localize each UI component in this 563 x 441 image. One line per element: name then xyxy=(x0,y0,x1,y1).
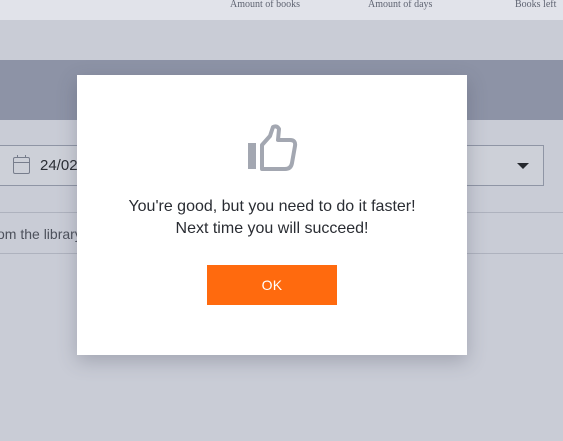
dialog-message: You're good, but you need to do it faste… xyxy=(77,196,467,240)
date-picker-value: 24/02/ xyxy=(40,157,82,174)
result-dialog: You're good, but you need to do it faste… xyxy=(77,75,467,355)
column-header-amount-of-days: Amount of days xyxy=(368,0,433,10)
ok-button[interactable]: OK xyxy=(207,265,337,305)
calendar-icon[interactable] xyxy=(13,155,30,174)
dialog-message-line-1: You're good, but you need to do it faste… xyxy=(128,198,416,215)
column-header-amount-of-books: Amount of books xyxy=(230,0,300,10)
chevron-down-icon[interactable] xyxy=(517,163,529,169)
list-item-label: om the library xyxy=(0,226,82,242)
thumbs-up-icon xyxy=(248,124,298,171)
column-header-books-left: Books left xyxy=(515,0,557,10)
dialog-message-line-2: Next time you will succeed! xyxy=(175,220,369,237)
